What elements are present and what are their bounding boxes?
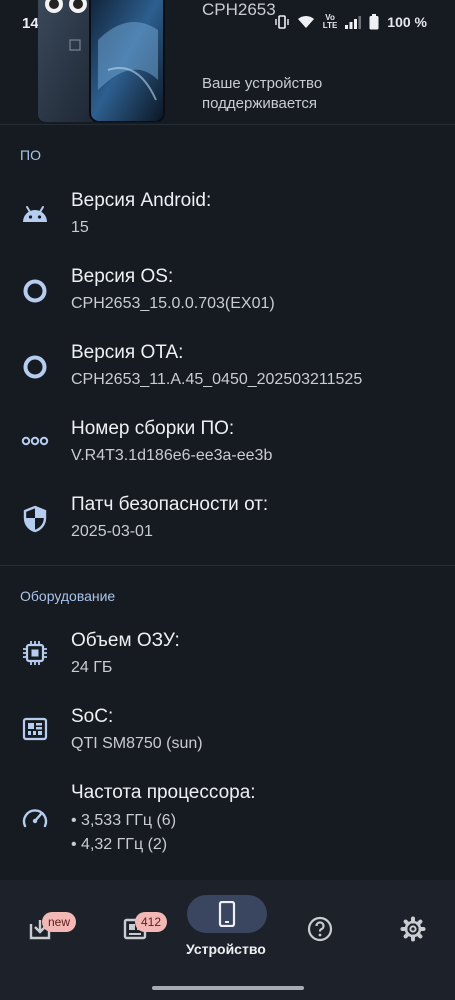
item-value: CPH2653_15.0.0.703(EX01) bbox=[71, 295, 275, 312]
nav-tab-devices-label[interactable]: Устройство bbox=[186, 941, 270, 957]
item-value: V.R4T3.1d186e6-ee3a-ee3b bbox=[71, 447, 273, 464]
bottom-navigation: new 412 Устройство bbox=[0, 880, 455, 1000]
signal-icon bbox=[345, 15, 362, 29]
dots-icon bbox=[20, 426, 50, 456]
nav-tab-news[interactable]: 412 bbox=[95, 880, 175, 980]
battery-icon bbox=[369, 14, 379, 30]
item-title: Номер сборки ПО: bbox=[71, 418, 235, 439]
section-title-hardware: Оборудование bbox=[20, 588, 116, 604]
memory-chip-icon bbox=[20, 638, 50, 668]
info-item-ota-version[interactable]: Версия OTA: CPH2653_11.A.45_0450_2025032… bbox=[0, 342, 455, 398]
item-title: Версия Android: bbox=[71, 190, 212, 211]
battery-percent: 100 % bbox=[387, 14, 427, 30]
info-item-os-version[interactable]: Версия OS: CPH2653_15.0.0.703(EX01) bbox=[0, 266, 455, 322]
nav-tab-downloads[interactable]: new bbox=[0, 880, 80, 980]
device-model: CPH2653 bbox=[202, 0, 276, 19]
nav-tab-help[interactable] bbox=[280, 880, 360, 980]
item-value-line: • 4,32 ГГц (2) bbox=[71, 836, 168, 853]
new-badge: new bbox=[42, 912, 77, 932]
item-title: Версия OS: bbox=[71, 266, 174, 287]
circle-ring-icon bbox=[20, 352, 50, 382]
info-item-cpu-frequency[interactable]: Частота процессора: • 3,533 ГГц (6) • 4,… bbox=[0, 782, 455, 858]
divider bbox=[0, 124, 455, 125]
item-value: CPH2653_11.A.45_0450_202503211525 bbox=[71, 371, 363, 388]
item-value: 2025-03-01 bbox=[71, 523, 153, 540]
wifi-icon bbox=[297, 15, 315, 29]
support-status: Ваше устройство поддерживается bbox=[202, 75, 323, 112]
help-circle-icon bbox=[300, 914, 340, 944]
item-value: QTI SM8750 (sun) bbox=[71, 735, 203, 752]
circle-ring-icon bbox=[20, 276, 50, 306]
android-icon bbox=[20, 198, 50, 228]
vibrate-icon bbox=[275, 14, 289, 30]
gear-icon bbox=[393, 914, 433, 944]
item-value: 24 ГБ bbox=[71, 659, 113, 676]
soc-board-icon bbox=[20, 714, 50, 744]
info-item-android-version[interactable]: Версия Android: 15 bbox=[0, 190, 455, 246]
info-item-security-patch[interactable]: Патч безопасности от: 2025-03-01 bbox=[0, 494, 455, 550]
nav-tab-devices-indicator[interactable] bbox=[187, 895, 267, 933]
item-title: Объем ОЗУ: bbox=[71, 630, 180, 651]
item-value-line: • 3,533 ГГц (6) bbox=[71, 812, 177, 829]
divider bbox=[0, 565, 455, 566]
count-badge: 412 bbox=[135, 912, 168, 932]
item-title: Версия OTA: bbox=[71, 342, 184, 363]
device-image bbox=[38, 0, 166, 123]
item-title: SoC: bbox=[71, 706, 114, 727]
gesture-bar[interactable] bbox=[152, 986, 304, 990]
nav-tab-settings[interactable] bbox=[373, 880, 453, 980]
section-title-software: ПО bbox=[20, 147, 41, 163]
volte-icon: Vo LTE bbox=[322, 13, 338, 30]
speedometer-icon bbox=[20, 802, 50, 832]
info-item-soc[interactable]: SoC: QTI SM8750 (sun) bbox=[0, 706, 455, 762]
info-item-build-number[interactable]: Номер сборки ПО: V.R4T3.1d186e6-ee3a-ee3… bbox=[0, 418, 455, 474]
item-value: 15 bbox=[71, 219, 89, 236]
info-item-ram[interactable]: Объем ОЗУ: 24 ГБ bbox=[0, 630, 455, 686]
item-title: Патч безопасности от: bbox=[71, 494, 269, 515]
item-title: Частота процессора: bbox=[71, 782, 256, 803]
phone-icon bbox=[215, 900, 239, 932]
status-icons: Vo LTE 100 % bbox=[275, 14, 427, 30]
shield-icon bbox=[20, 504, 50, 534]
